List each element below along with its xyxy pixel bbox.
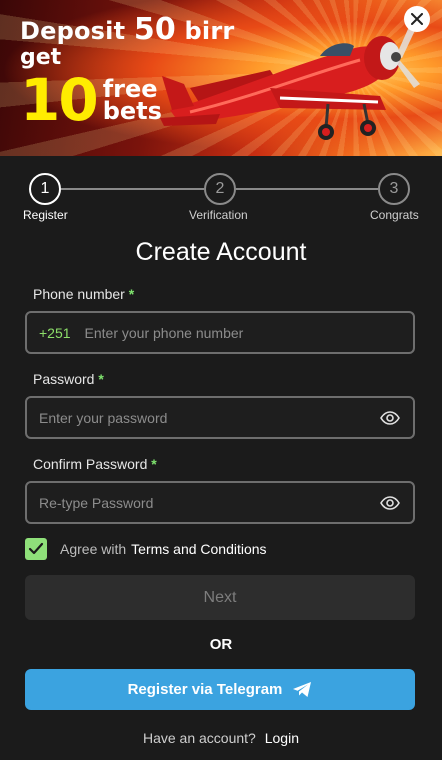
phone-field[interactable]: +251 xyxy=(25,311,415,354)
eye-icon xyxy=(380,410,400,425)
confirm-password-field[interactable] xyxy=(25,481,415,524)
close-button[interactable] xyxy=(404,6,430,32)
step-1-number: 1 xyxy=(40,180,50,197)
password-label: Password * xyxy=(33,371,104,387)
registration-stepper: 1 2 3 Register Verification Congrats xyxy=(0,156,442,226)
telegram-button-label: Register via Telegram xyxy=(127,681,283,698)
step-connector-2 xyxy=(236,188,378,190)
step-3-number: 3 xyxy=(389,180,399,197)
confirm-password-input[interactable] xyxy=(39,494,379,511)
required-mark: * xyxy=(98,371,104,387)
eye-icon xyxy=(380,495,400,510)
agree-text: Agree with xyxy=(60,541,127,557)
step-2-label: Verification xyxy=(189,208,248,222)
promo-word-deposit: Deposit xyxy=(20,17,126,45)
or-divider: OR xyxy=(209,636,233,653)
next-button[interactable]: Next xyxy=(25,575,415,620)
promo-banner: Deposit 50 birr get 10 free bets xyxy=(0,0,442,156)
step-2-number: 2 xyxy=(215,180,225,197)
promo-currency: birr xyxy=(184,17,235,45)
register-telegram-button[interactable]: Register via Telegram xyxy=(25,669,415,710)
terms-link[interactable]: Terms and Conditions xyxy=(131,541,266,557)
step-1-circle: 1 xyxy=(29,173,61,205)
phone-input[interactable] xyxy=(84,324,401,341)
promo-text: Deposit 50 birr get 10 free bets xyxy=(20,12,234,134)
promo-line-deposit: Deposit 50 birr xyxy=(20,12,234,47)
confirm-password-label: Confirm Password * xyxy=(33,456,157,472)
required-mark: * xyxy=(151,456,157,472)
phone-label: Phone number * xyxy=(33,286,134,302)
close-icon xyxy=(411,13,423,25)
telegram-icon xyxy=(292,681,312,698)
confirm-password-label-text: Confirm Password xyxy=(33,456,148,472)
step-2-circle: 2 xyxy=(204,173,236,205)
promo-amount: 50 xyxy=(133,12,176,47)
step-3-label: Congrats xyxy=(370,208,419,222)
show-confirm-password-toggle[interactable] xyxy=(379,492,401,514)
phone-label-text: Phone number xyxy=(33,286,125,302)
step-3-circle: 3 xyxy=(378,173,410,205)
step-1-label: Register xyxy=(23,208,68,222)
password-input[interactable] xyxy=(39,409,379,426)
promo-bets-count: 10 xyxy=(20,66,99,134)
promo-line-bets: 10 free bets xyxy=(20,66,234,134)
login-prompt: Have an account? Login xyxy=(0,730,442,746)
country-code-prefix: +251 xyxy=(39,324,71,341)
password-field[interactable] xyxy=(25,396,415,439)
have-account-text: Have an account? xyxy=(142,730,256,746)
show-password-toggle[interactable] xyxy=(379,407,401,429)
required-mark: * xyxy=(128,286,135,302)
terms-checkbox[interactable] xyxy=(25,538,47,560)
page-title: Create Account xyxy=(135,238,307,266)
password-label-text: Password xyxy=(33,371,95,387)
checkmark-icon xyxy=(28,542,44,555)
step-connector-1 xyxy=(61,188,204,190)
terms-agreement: Agree with Terms and Conditions xyxy=(25,538,267,560)
promo-free-bets: free bets xyxy=(102,77,162,125)
promo-word-bets: bets xyxy=(102,97,162,125)
login-link[interactable]: Login xyxy=(265,730,299,746)
